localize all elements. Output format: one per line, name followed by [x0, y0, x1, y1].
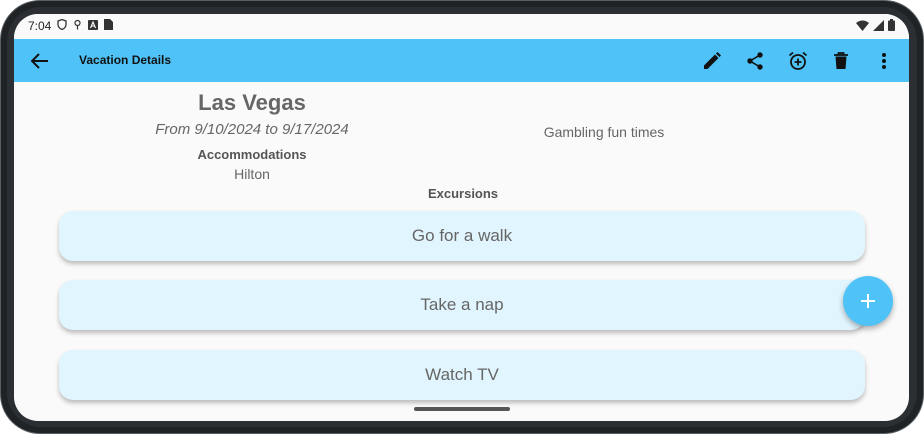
back-button[interactable] — [26, 47, 54, 75]
shield-icon — [57, 18, 68, 33]
app-bar-actions — [690, 46, 905, 76]
excursions-label: Excursions — [427, 186, 499, 201]
excursion-card[interactable]: Take a nap — [59, 280, 865, 330]
excursion-card[interactable]: Go for a walk — [59, 211, 865, 261]
status-right — [856, 19, 895, 34]
delete-button[interactable] — [819, 46, 862, 76]
arrow-back-icon — [31, 53, 48, 69]
battery-icon — [888, 19, 895, 34]
add-excursion-button[interactable] — [843, 276, 893, 326]
screen: 7:04 Vacation Details Las Vegas From 9/1… — [14, 14, 909, 421]
more-vert-icon — [881, 53, 886, 69]
vacation-details-content: Las Vegas From 9/10/2024 to 9/17/2024 Ac… — [14, 82, 909, 421]
edit-icon — [703, 52, 721, 69]
delete-icon — [833, 52, 848, 69]
more-options-button[interactable] — [862, 46, 905, 76]
vacation-title: Las Vegas — [198, 90, 306, 115]
vacation-notes: Gambling fun times — [543, 124, 665, 140]
accommodations-label: Accommodations — [197, 147, 307, 162]
status-left: 7:04 — [28, 18, 114, 33]
app-bar: Vacation Details — [14, 39, 909, 82]
vpn-icon — [73, 19, 82, 33]
signal-icon — [873, 19, 884, 34]
status-bar: 7:04 — [14, 14, 909, 39]
accommodations-value: Hilton — [234, 166, 270, 182]
status-time: 7:04 — [28, 19, 52, 33]
share-icon — [746, 52, 763, 70]
wifi-icon — [856, 20, 869, 34]
app-a-icon — [88, 19, 99, 33]
gesture-home-bar[interactable] — [414, 407, 510, 411]
page-title: Vacation Details — [79, 53, 172, 67]
vacation-dates: From 9/10/2024 to 9/17/2024 — [155, 121, 349, 138]
add-icon — [861, 294, 875, 308]
alarm-add-button[interactable] — [776, 46, 819, 76]
sim-card-icon — [104, 19, 114, 33]
share-button[interactable] — [733, 46, 776, 76]
excursion-card[interactable]: Watch TV — [59, 350, 865, 400]
alarm-add-icon — [788, 51, 807, 70]
edit-button[interactable] — [690, 46, 733, 76]
